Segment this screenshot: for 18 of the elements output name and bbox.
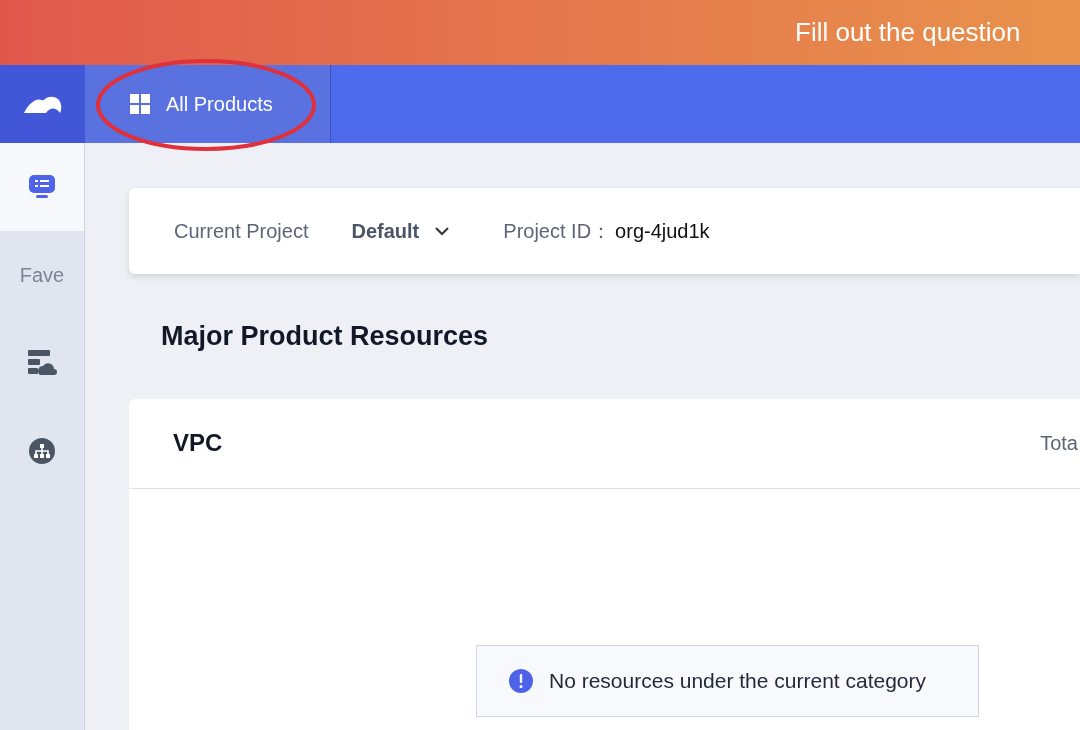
sidebar-item[interactable]: Fave bbox=[0, 231, 84, 319]
list-monitor-icon bbox=[28, 174, 56, 200]
project-dropdown[interactable]: Default bbox=[351, 216, 450, 246]
project-id-label: Project ID： bbox=[503, 219, 612, 244]
project-id-value: org-4jud1k bbox=[615, 219, 710, 244]
hierarchy-icon bbox=[28, 437, 56, 465]
empty-message-text: No resources under the current category bbox=[549, 667, 927, 694]
grid-icon bbox=[130, 94, 150, 114]
card-title: VPC bbox=[173, 428, 223, 458]
banner-text[interactable]: Fill out the question bbox=[795, 13, 1021, 52]
project-label: Current Project bbox=[174, 219, 309, 244]
sidebar-item[interactable] bbox=[0, 143, 84, 231]
section-title: Major Product Resources bbox=[161, 320, 490, 353]
info-icon bbox=[509, 668, 533, 693]
server-cloud-icon bbox=[27, 349, 57, 377]
nav-tab[interactable]: All Products bbox=[85, 65, 330, 143]
total-label: Tota bbox=[1040, 431, 1078, 456]
chevron-down-icon bbox=[435, 226, 450, 236]
